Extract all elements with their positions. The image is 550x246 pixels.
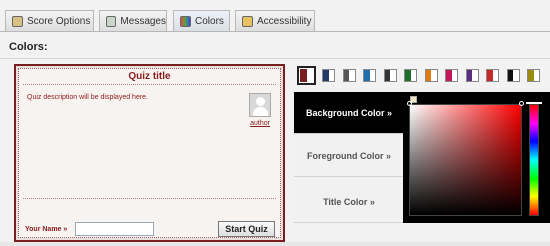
title-divider — [23, 84, 276, 85]
theme-swatch[interactable] — [383, 69, 397, 82]
name-input[interactable] — [75, 222, 154, 236]
theme-swatch[interactable] — [424, 69, 438, 82]
quiz-preview: Quiz title Quiz description will be disp… — [14, 64, 285, 242]
score-options-icon — [12, 16, 23, 27]
saturation-value-field[interactable] — [409, 104, 522, 216]
color-picker — [403, 92, 550, 223]
hue-slider[interactable] — [529, 104, 539, 216]
tab-accessibility[interactable]: Accessibility — [235, 10, 315, 32]
theme-swatch[interactable] — [363, 69, 376, 82]
tab-score-options[interactable]: Score Options — [5, 10, 94, 32]
color-handle-secondary — [519, 101, 524, 106]
color-handle[interactable] — [407, 101, 412, 106]
theme-swatch[interactable] — [445, 69, 458, 82]
theme-swatch[interactable] — [297, 66, 316, 85]
author-link[interactable]: author — [250, 120, 270, 127]
name-label: Your Name » — [25, 226, 68, 233]
colors-icon — [180, 16, 191, 27]
quiz-preview-inner: Quiz title Quiz description will be disp… — [18, 68, 281, 238]
theme-swatch[interactable] — [404, 69, 417, 82]
theme-swatch[interactable] — [527, 69, 540, 82]
section-label: Colors: — [9, 41, 48, 53]
accessibility-icon — [242, 16, 253, 27]
foreground-color-option[interactable]: Foreground Color » — [294, 135, 404, 177]
theme-swatch[interactable] — [506, 69, 520, 82]
theme-swatch[interactable] — [465, 69, 479, 82]
section-divider — [0, 58, 550, 59]
theme-swatch-row — [297, 66, 550, 88]
footer-divider — [23, 198, 276, 199]
quiz-description: Quiz description will be displayed here. — [27, 94, 149, 101]
theme-swatch[interactable] — [486, 69, 499, 82]
background-color-option[interactable]: Background Color » — [294, 92, 404, 134]
tab-bar: Score Options Messages Colors Accessibil… — [0, 0, 550, 32]
tab-messages[interactable]: Messages — [99, 10, 167, 32]
messages-icon — [106, 16, 117, 27]
quiz-title: Quiz title — [128, 71, 171, 82]
theme-swatch[interactable] — [322, 69, 335, 82]
title-color-option[interactable]: Title Color » — [294, 181, 404, 223]
author-avatar-icon — [249, 93, 271, 117]
bottom-strip — [0, 242, 550, 246]
tab-divider — [0, 31, 550, 32]
tab-label: Colors — [195, 16, 224, 27]
theme-swatch[interactable] — [342, 69, 356, 82]
tab-label: Messages — [120, 16, 166, 27]
hue-slider-handle[interactable] — [526, 102, 542, 104]
tab-label: Accessibility — [257, 16, 312, 27]
tab-label: Score Options — [27, 16, 91, 27]
tab-colors[interactable]: Colors — [173, 10, 230, 32]
start-quiz-button[interactable]: Start Quiz — [218, 221, 275, 237]
